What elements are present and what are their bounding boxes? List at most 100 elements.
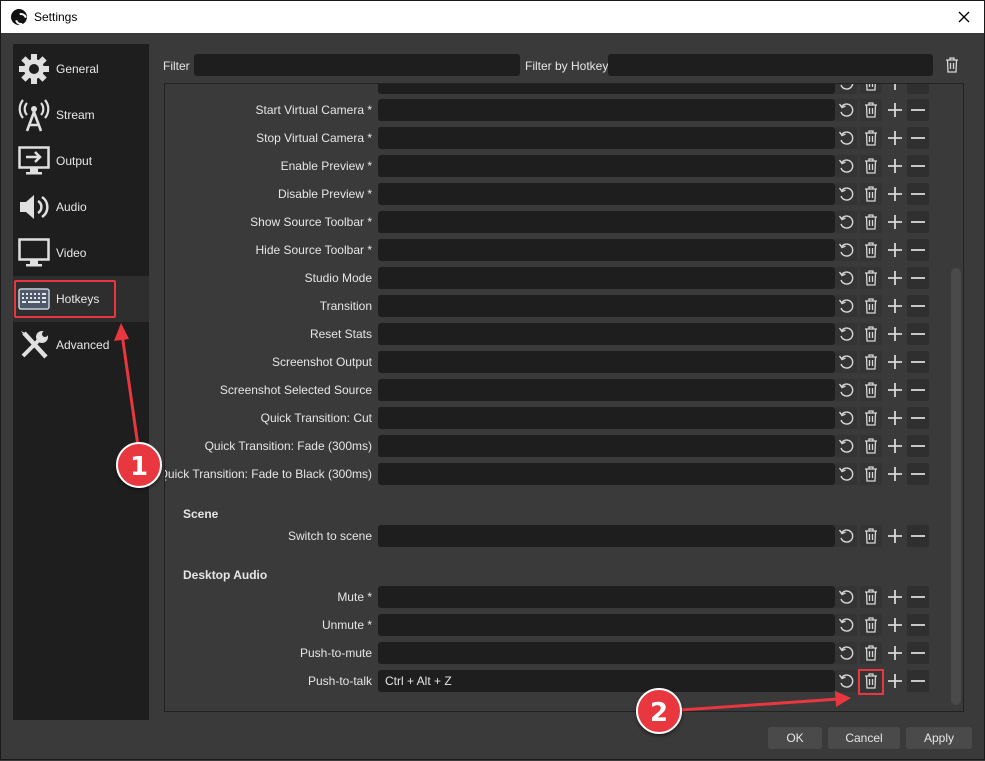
hotkey-input[interactable] — [378, 351, 835, 373]
hotkey-input[interactable] — [378, 267, 835, 289]
filter-by-hotkey-input[interactable] — [608, 54, 933, 76]
hotkey-input[interactable] — [378, 463, 835, 485]
sidebar-item-output[interactable]: Output — [13, 138, 149, 184]
add-hotkey-button[interactable] — [884, 127, 906, 149]
clear-hotkey-button[interactable] — [860, 586, 882, 608]
remove-hotkey-button[interactable] — [907, 351, 929, 373]
hotkey-input[interactable] — [378, 642, 835, 664]
revert-button[interactable] — [835, 407, 857, 429]
clear-hotkey-button[interactable] — [860, 323, 882, 345]
add-hotkey-button[interactable] — [884, 379, 906, 401]
clear-hotkey-button[interactable] — [860, 525, 882, 547]
revert-button[interactable] — [835, 525, 857, 547]
remove-hotkey-button[interactable] — [907, 525, 929, 547]
clear-filter-button[interactable] — [941, 54, 963, 76]
clear-hotkey-button[interactable] — [860, 351, 882, 373]
clear-hotkey-button[interactable] — [860, 183, 882, 205]
sidebar-item-audio[interactable]: Audio — [13, 184, 149, 230]
hotkey-input[interactable] — [378, 407, 835, 429]
apply-button[interactable]: Apply — [906, 727, 972, 749]
add-hotkey-button[interactable] — [884, 614, 906, 636]
add-hotkey-button[interactable] — [884, 239, 906, 261]
remove-hotkey-button[interactable] — [907, 586, 929, 608]
revert-button[interactable] — [835, 435, 857, 457]
clear-hotkey-button[interactable] — [860, 155, 882, 177]
clear-hotkey-button[interactable] — [860, 463, 882, 485]
remove-hotkey-button[interactable] — [907, 239, 929, 261]
clear-hotkey-button[interactable] — [860, 614, 882, 636]
add-hotkey-button[interactable] — [884, 407, 906, 429]
vertical-scrollbar[interactable] — [949, 85, 963, 710]
clear-hotkey-button[interactable] — [860, 239, 882, 261]
remove-hotkey-button[interactable] — [907, 435, 929, 457]
hotkey-input[interactable] — [378, 323, 835, 345]
remove-hotkey-button[interactable] — [907, 183, 929, 205]
revert-button[interactable] — [835, 295, 857, 317]
hotkey-input[interactable] — [378, 239, 835, 261]
clear-hotkey-button[interactable] — [860, 211, 882, 233]
revert-button[interactable] — [835, 323, 857, 345]
sidebar-item-general[interactable]: General — [13, 46, 149, 92]
remove-hotkey-button[interactable] — [907, 379, 929, 401]
clear-hotkey-button[interactable] — [860, 670, 882, 692]
add-hotkey-button[interactable] — [884, 351, 906, 373]
hotkey-input[interactable] — [378, 670, 835, 692]
revert-button[interactable] — [835, 99, 857, 121]
add-hotkey-button[interactable] — [884, 99, 906, 121]
clear-hotkey-button[interactable] — [860, 435, 882, 457]
clear-hotkey-button[interactable] — [860, 295, 882, 317]
add-hotkey-button[interactable] — [884, 183, 906, 205]
revert-button[interactable] — [835, 267, 857, 289]
sidebar-item-video[interactable]: Video — [13, 230, 149, 276]
clear-hotkey-button[interactable] — [860, 642, 882, 664]
add-hotkey-button[interactable] — [884, 211, 906, 233]
remove-hotkey-button[interactable] — [907, 407, 929, 429]
hotkey-input[interactable] — [378, 614, 835, 636]
scrollbar-thumb[interactable] — [951, 268, 961, 705]
revert-button[interactable] — [835, 127, 857, 149]
revert-button[interactable] — [835, 642, 857, 664]
add-hotkey-button[interactable] — [884, 295, 906, 317]
hotkey-input[interactable] — [378, 99, 835, 121]
hotkey-input[interactable] — [378, 127, 835, 149]
hotkey-input[interactable] — [378, 379, 835, 401]
revert-button[interactable] — [835, 586, 857, 608]
clear-hotkey-button[interactable] — [860, 379, 882, 401]
clear-hotkey-button[interactable] — [860, 267, 882, 289]
remove-hotkey-button[interactable] — [907, 127, 929, 149]
remove-hotkey-button[interactable] — [907, 614, 929, 636]
remove-hotkey-button[interactable] — [907, 99, 929, 121]
ok-button[interactable]: OK — [768, 727, 822, 749]
hotkey-input[interactable] — [378, 586, 835, 608]
add-hotkey-button[interactable] — [884, 84, 906, 94]
close-button[interactable] — [954, 7, 974, 27]
remove-hotkey-button[interactable] — [907, 295, 929, 317]
add-hotkey-button[interactable] — [884, 155, 906, 177]
add-hotkey-button[interactable] — [884, 435, 906, 457]
hotkey-input[interactable] — [378, 525, 835, 547]
add-hotkey-button[interactable] — [884, 267, 906, 289]
add-hotkey-button[interactable] — [884, 323, 906, 345]
clear-hotkey-button[interactable] — [860, 407, 882, 429]
hotkey-input[interactable] — [378, 211, 835, 233]
revert-button[interactable] — [835, 670, 857, 692]
remove-hotkey-button[interactable] — [907, 211, 929, 233]
remove-hotkey-button[interactable] — [907, 155, 929, 177]
add-hotkey-button[interactable] — [884, 525, 906, 547]
revert-button[interactable] — [835, 239, 857, 261]
hotkey-input[interactable] — [378, 435, 835, 457]
remove-hotkey-button[interactable] — [907, 642, 929, 664]
hotkey-input[interactable] — [378, 155, 835, 177]
clear-hotkey-button[interactable] — [860, 84, 882, 94]
revert-button[interactable] — [835, 351, 857, 373]
clear-hotkey-button[interactable] — [860, 127, 882, 149]
hotkey-input[interactable] — [378, 295, 835, 317]
hotkey-input[interactable] — [378, 183, 835, 205]
add-hotkey-button[interactable] — [884, 642, 906, 664]
clear-hotkey-button[interactable] — [860, 99, 882, 121]
cancel-button[interactable]: Cancel — [828, 727, 900, 749]
revert-button[interactable] — [835, 463, 857, 485]
remove-hotkey-button[interactable] — [907, 463, 929, 485]
remove-hotkey-button[interactable] — [907, 267, 929, 289]
sidebar-item-hotkeys[interactable]: Hotkeys — [13, 276, 149, 322]
